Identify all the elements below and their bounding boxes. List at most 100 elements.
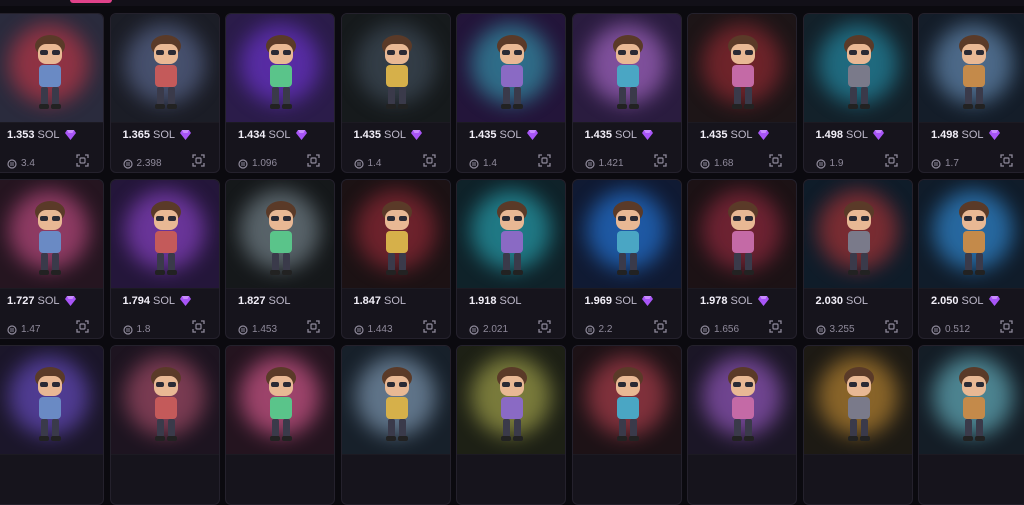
last-sale: 1.7: [931, 158, 959, 169]
transfer-icon: [238, 158, 248, 169]
last-sale-value: 1.47: [21, 324, 41, 335]
scan-icon[interactable]: [191, 320, 205, 333]
scan-icon[interactable]: [653, 320, 667, 333]
price-label: 1.847 SOL: [354, 295, 407, 307]
price-label: 2.030 SOL: [816, 295, 869, 307]
scan-icon[interactable]: [422, 320, 436, 333]
nft-artwork: [803, 14, 912, 123]
transfer-icon: [122, 324, 133, 335]
scan-icon[interactable]: [538, 154, 551, 167]
nft-card[interactable]: [225, 345, 335, 505]
nft-card[interactable]: [571, 345, 682, 505]
last-sale-value: 1.443: [367, 324, 393, 335]
last-sale-value: 2.021: [483, 324, 509, 335]
last-sale: 1.4: [469, 158, 497, 169]
price-label: 2.050 SOL: [931, 295, 1000, 307]
avatar-image: [728, 201, 758, 275]
nft-artwork: [803, 346, 912, 455]
nft-card[interactable]: 1.827 SOL 1.453: [225, 179, 335, 339]
avatar-image: [843, 201, 874, 275]
scan-icon[interactable]: [538, 320, 551, 333]
nft-card[interactable]: 2.030 SOL 3.255: [802, 179, 913, 339]
nft-card[interactable]: 1.847 SOL 1.443: [340, 179, 451, 339]
nft-card[interactable]: [0, 345, 104, 505]
avatar-image: [843, 35, 874, 109]
nft-card[interactable]: 1.435 SOL 1.4: [456, 13, 566, 173]
diamond-icon: [180, 130, 192, 140]
avatar-image: [959, 201, 989, 275]
price-currency: SOL: [730, 129, 753, 141]
price-currency: SOL: [37, 129, 60, 141]
diamond-icon: [873, 130, 885, 140]
nft-card[interactable]: 1.978 SOL 1.656: [687, 179, 797, 339]
price-amount: 1.969: [584, 295, 613, 307]
price-amount: 1.353: [7, 129, 35, 141]
nft-card[interactable]: [918, 345, 1024, 505]
scan-icon[interactable]: [769, 154, 782, 167]
scan-icon[interactable]: [76, 320, 89, 333]
diamond-icon: [988, 130, 1000, 140]
price-label: 1.435 SOL: [585, 129, 654, 141]
scan-icon[interactable]: [1000, 154, 1013, 167]
scan-icon[interactable]: [653, 154, 667, 167]
transfer-icon: [815, 324, 826, 335]
nft-card[interactable]: [109, 345, 220, 505]
last-sale: 0.512: [931, 324, 970, 335]
price-amount: 1.727: [7, 295, 35, 307]
nft-card[interactable]: 1.498 SOL 1.7: [918, 13, 1024, 173]
last-sale: 2.021: [469, 324, 508, 335]
last-sale-value: 2.398: [136, 158, 162, 169]
nft-card[interactable]: 1.353 SOL 3.4: [0, 13, 104, 173]
nft-card[interactable]: 1.435 SOL 1.68: [687, 13, 797, 173]
avatar-image: [728, 35, 758, 109]
price-currency: SOL: [153, 129, 176, 141]
last-sale-value: 1.096: [252, 158, 278, 169]
nft-artwork: [919, 346, 1024, 455]
scan-icon[interactable]: [191, 154, 205, 167]
nft-card[interactable]: 1.794 SOL 1.8: [109, 179, 220, 339]
diamond-icon: [295, 130, 307, 140]
nft-card[interactable]: [340, 345, 451, 505]
nft-card[interactable]: 1.969 SOL 2.2: [571, 179, 682, 339]
price-label: 1.498 SOL: [931, 129, 1000, 141]
nft-card[interactable]: 1.365 SOL 2.398: [109, 13, 220, 173]
nft-card[interactable]: 1.918 SOL 2.021: [456, 179, 566, 339]
price-amount: 1.435: [700, 129, 728, 141]
transfer-icon: [7, 158, 17, 169]
last-sale-value: 2.2: [598, 324, 613, 335]
scan-icon[interactable]: [76, 154, 89, 167]
nft-card[interactable]: [687, 345, 797, 505]
nft-card[interactable]: 1.435 SOL 1.421: [571, 13, 682, 173]
nft-card[interactable]: 1.434 SOL 1.096: [225, 13, 335, 173]
nft-card[interactable]: 1.435 SOL 1.4: [340, 13, 451, 173]
scan-icon[interactable]: [422, 154, 436, 167]
nft-artwork: [572, 14, 681, 123]
transfer-icon: [584, 158, 595, 169]
nft-artwork: [457, 14, 565, 123]
diamond-icon: [180, 296, 192, 306]
scan-icon[interactable]: [884, 320, 898, 333]
last-sale: 3.255: [815, 324, 855, 335]
nft-artwork: [919, 180, 1024, 289]
diamond-icon: [757, 130, 769, 140]
nft-card[interactable]: [802, 345, 913, 505]
nft-card[interactable]: 2.050 SOL 0.512: [918, 179, 1024, 339]
nft-card[interactable]: [456, 345, 566, 505]
avatar-image: [150, 367, 181, 441]
price-currency: SOL: [268, 295, 291, 307]
nft-artwork: [572, 180, 681, 289]
scan-icon[interactable]: [769, 320, 782, 333]
scan-icon[interactable]: [307, 320, 320, 333]
scan-icon[interactable]: [884, 154, 898, 167]
price-currency: SOL: [730, 295, 753, 307]
scan-icon[interactable]: [307, 154, 320, 167]
price-currency: SOL: [37, 295, 60, 307]
nft-card[interactable]: 1.498 SOL 1.9: [802, 13, 913, 173]
last-sale-value: 1.68: [714, 158, 734, 169]
active-tab-indicator: [70, 0, 112, 3]
nft-card[interactable]: 1.727 SOL 1.47: [0, 179, 104, 339]
last-sale-value: 1.421: [598, 158, 624, 169]
nft-artwork: [457, 180, 565, 289]
last-sale-value: 1.8: [136, 324, 151, 335]
scan-icon[interactable]: [1000, 320, 1013, 333]
